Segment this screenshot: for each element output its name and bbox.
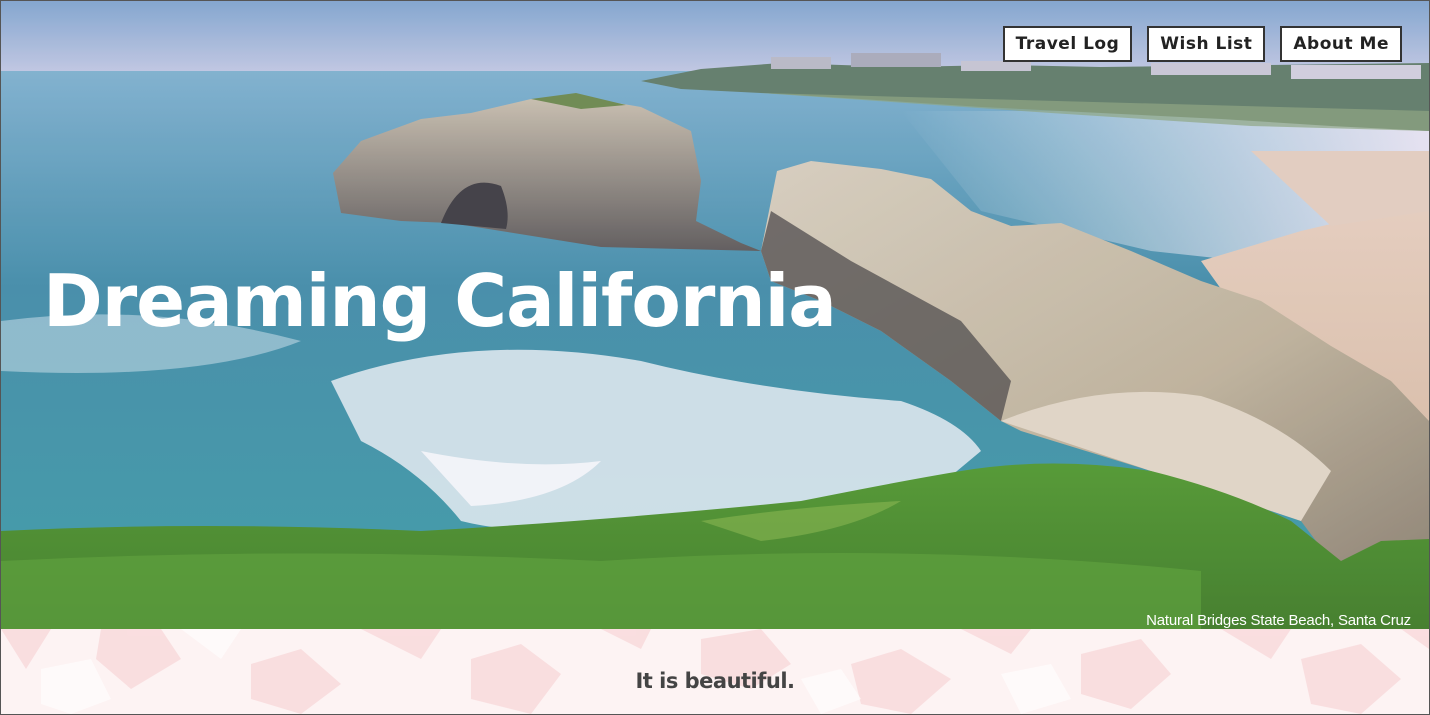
nav-about-me-button[interactable]: About Me	[1280, 26, 1402, 62]
nav-wish-list-button[interactable]: Wish List	[1147, 26, 1266, 62]
photo-caption: Natural Bridges State Beach, Santa Cruz	[1146, 612, 1411, 629]
top-nav: Travel Log Wish List About Me	[1002, 26, 1402, 62]
page-title: Dreaming California	[43, 259, 837, 343]
tagline-text: It is beautiful.	[635, 669, 795, 693]
tagline-section: It is beautiful.	[1, 629, 1429, 714]
page: Travel Log Wish List About Me Dreaming C…	[0, 0, 1430, 715]
hero-banner: Travel Log Wish List About Me Dreaming C…	[1, 1, 1429, 629]
nav-travel-log-button[interactable]: Travel Log	[1002, 26, 1133, 62]
